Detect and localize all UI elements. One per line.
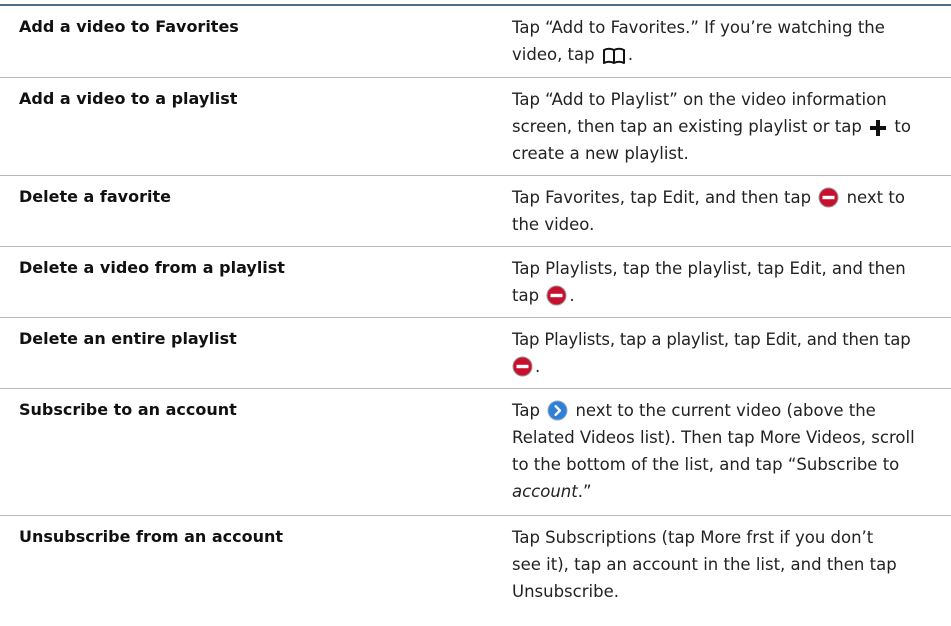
task-instructions: Tap next to the current video (above the… [512, 400, 915, 501]
table-row: Add a video to Favorites Tap “Add to Fav… [0, 6, 951, 78]
plus-icon [869, 119, 887, 137]
table-row: Delete an entire playlist Tap Playlists,… [0, 318, 951, 389]
task-instructions: Tap “Add to Playlist” on the video infor… [512, 90, 911, 163]
task-label: Unsubscribe from an account [19, 527, 284, 546]
task-label: Add a video to Favorites [19, 17, 239, 36]
task-label: Delete an entire playlist [19, 329, 237, 348]
bookmarks-icon [602, 47, 626, 65]
table-row: Delete a video from a playlist Tap Playl… [0, 247, 951, 318]
task-instructions: Tap Playlists, tap a playlist, tap Edit,… [512, 330, 911, 377]
tasks-table: Add a video to Favorites Tap “Add to Fav… [0, 6, 951, 626]
delete-icon [818, 187, 839, 208]
task-label: Add a video to a playlist [19, 89, 238, 108]
table-row: Add a video to a playlist Tap “Add to Pl… [0, 78, 951, 176]
task-label: Delete a favorite [19, 187, 171, 206]
table-row: Unsubscribe from an account Tap Subscrip… [0, 516, 951, 626]
delete-icon [512, 356, 533, 377]
task-instructions: Tap Subscriptions (tap More frst if you … [512, 528, 897, 601]
table-row: Subscribe to an account Tap next to the … [0, 389, 951, 516]
delete-icon [546, 285, 567, 306]
task-label: Delete a video from a playlist [19, 258, 285, 277]
task-instructions: Tap “Add to Favorites.” If you’re watchi… [512, 18, 885, 65]
task-instructions: Tap Favorites, tap Edit, and then tap ne… [512, 187, 905, 234]
detail-disclosure-icon [547, 400, 568, 421]
task-instructions: Tap Playlists, tap the playlist, tap Edi… [512, 259, 906, 306]
table-row: Delete a favorite Tap Favorites, tap Edi… [0, 176, 951, 247]
task-label: Subscribe to an account [19, 400, 237, 419]
